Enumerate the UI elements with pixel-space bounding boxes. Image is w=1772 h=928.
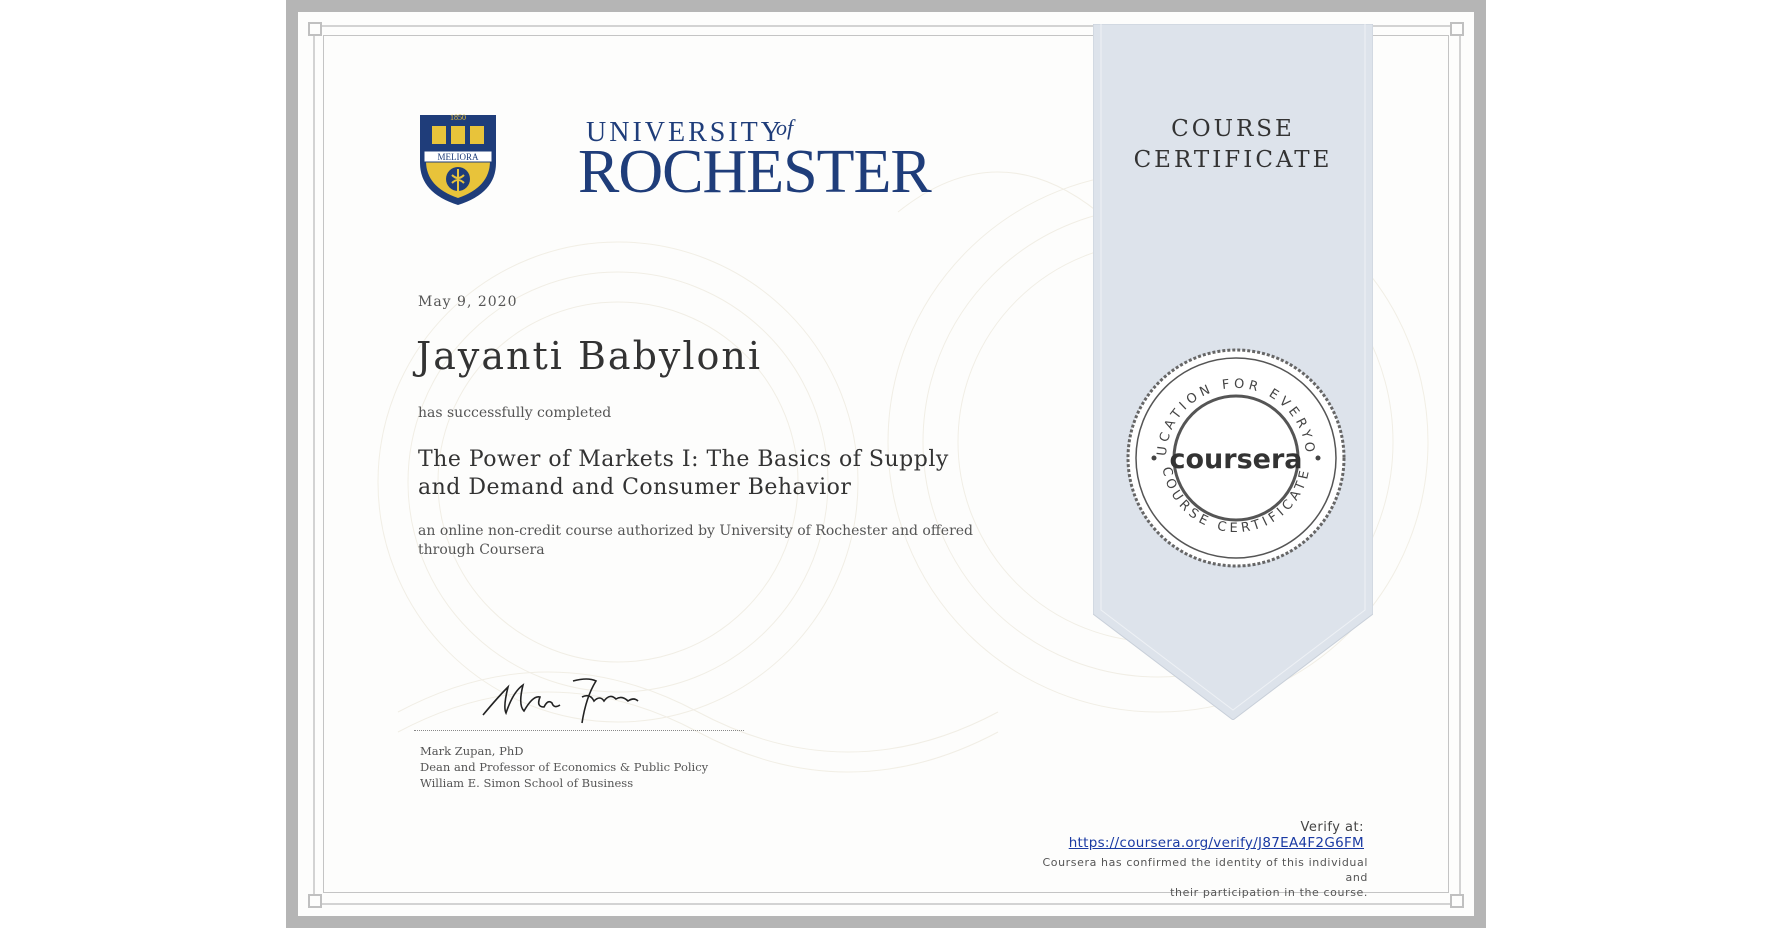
logo-rochester: ROCHESTER (578, 138, 932, 206)
signer-title: Dean and Professor of Economics & Public… (420, 760, 709, 774)
certificate: 1850 MELIORA UNIVERSITY of ROCHESTER May… (286, 0, 1486, 928)
crest-year: 1850 (450, 113, 466, 122)
verify-label: Verify at: (1300, 820, 1364, 835)
issue-date: May 9, 2020 (418, 294, 518, 310)
verification-note: Coursera has confirmed the identity of t… (1018, 855, 1368, 900)
signer-school: William E. Simon School of Business (420, 776, 634, 790)
crest-icon: 1850 MELIORA (420, 113, 496, 205)
recipient-name: Jayanti Babyloni (416, 334, 763, 378)
crest-motto: MELIORA (438, 152, 479, 162)
certificate-heading: COURSE CERTIFICATE (1093, 114, 1373, 176)
course-title: The Power of Markets I: The Basics of Su… (418, 447, 949, 500)
corner-ornament (1450, 22, 1464, 36)
heading-line-1: COURSE (1171, 116, 1295, 142)
course-description: an online non-credit course authorized b… (418, 523, 974, 558)
completed-text: has successfully completed (418, 405, 612, 421)
verification-note-line-2: their participation in the course. (1170, 886, 1368, 899)
corner-ornament (1450, 894, 1464, 908)
corner-ornament (308, 22, 322, 36)
university-logo: 1850 MELIORA UNIVERSITY of ROCHESTER (416, 107, 932, 227)
certificate-paper: 1850 MELIORA UNIVERSITY of ROCHESTER May… (298, 12, 1474, 916)
signer-name: Mark Zupan, PhD (420, 744, 524, 758)
verify-link[interactable]: https://coursera.org/verify/J87EA4F2G6FM (998, 835, 1364, 851)
signature-line (414, 730, 744, 731)
coursera-seal: EDUCATION FOR EVERYONE COURSE CERTIFICAT… (1126, 348, 1346, 568)
corner-ornament (308, 894, 322, 908)
seal-brand: coursera (1169, 444, 1302, 475)
signature-image (482, 678, 639, 724)
verification-note-line-1: Coursera has confirmed the identity of t… (1042, 856, 1368, 884)
heading-line-2: CERTIFICATE (1133, 147, 1333, 173)
